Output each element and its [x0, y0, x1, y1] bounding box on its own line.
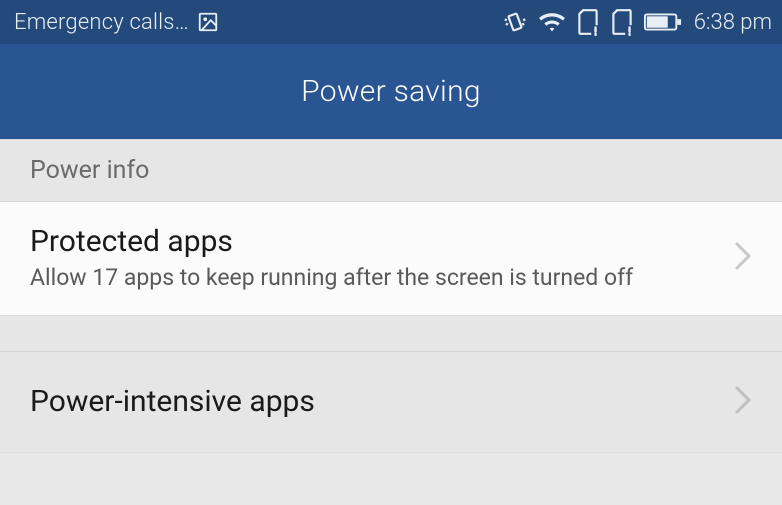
- wifi-icon: [538, 10, 566, 34]
- status-bar: Emergency calls…: [0, 0, 782, 44]
- status-right: 6:38 pm: [502, 8, 772, 36]
- image-icon: [197, 11, 219, 33]
- list-gap: [0, 316, 782, 352]
- chevron-right-icon: [734, 385, 752, 419]
- row-protected-apps-subtitle: Allow 17 apps to keep running after the …: [30, 264, 716, 293]
- row-protected-apps-title: Protected apps: [30, 224, 716, 260]
- section-header-label: Power info: [30, 156, 149, 185]
- row-protected-apps-text: Protected apps Allow 17 apps to keep run…: [30, 224, 716, 293]
- row-power-intensive-apps-text: Power-intensive apps: [30, 384, 716, 420]
- screen-title: Power saving: [0, 44, 782, 139]
- row-power-intensive-apps[interactable]: Power-intensive apps: [0, 352, 782, 453]
- screen-title-text: Power saving: [301, 74, 481, 109]
- battery-icon: [644, 12, 682, 32]
- notification-text: Emergency calls…: [14, 10, 189, 35]
- row-power-intensive-apps-title: Power-intensive apps: [30, 384, 716, 420]
- vibrate-icon: [502, 9, 528, 35]
- sim2-alert-icon: [610, 8, 634, 36]
- status-left: Emergency calls…: [14, 10, 219, 35]
- section-header-power-info: Power info: [0, 139, 782, 202]
- chevron-right-icon: [734, 241, 752, 275]
- row-protected-apps[interactable]: Protected apps Allow 17 apps to keep run…: [0, 202, 782, 316]
- clock: 6:38 pm: [694, 10, 772, 35]
- sim1-alert-icon: [576, 8, 600, 36]
